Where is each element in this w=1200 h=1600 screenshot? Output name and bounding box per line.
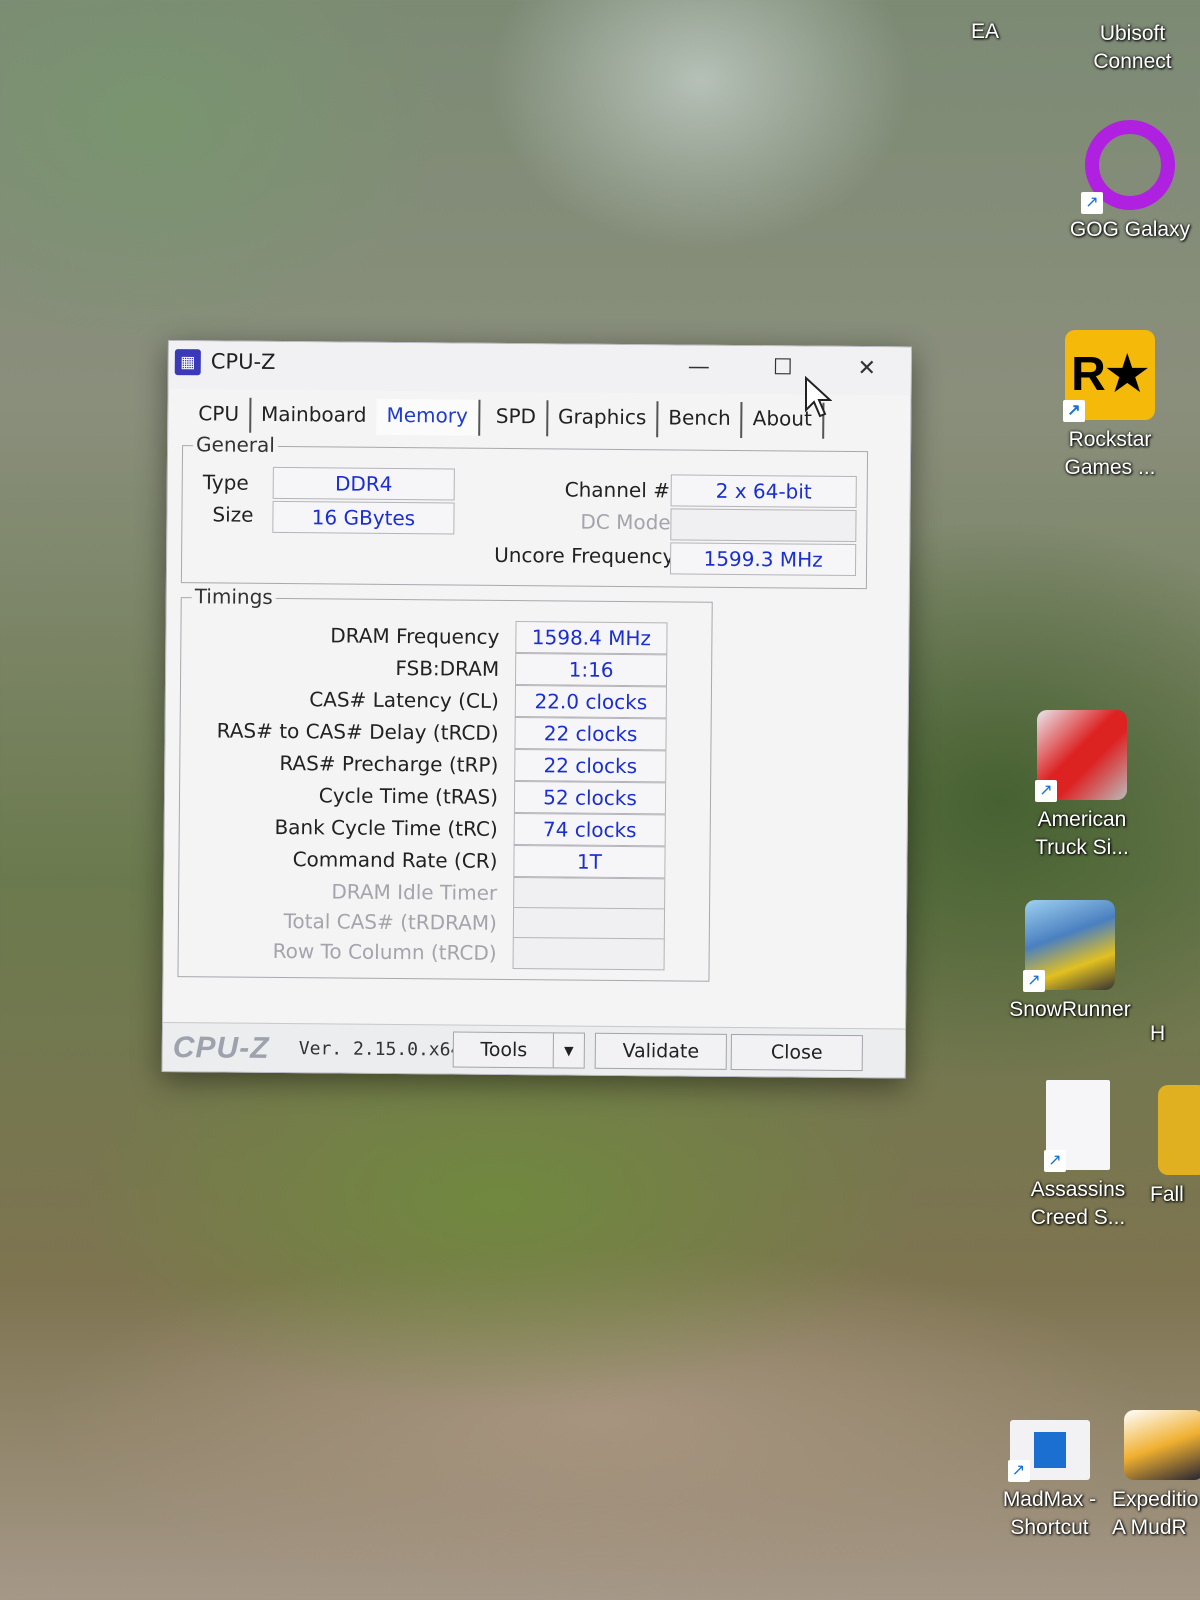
desktop-icon-expeditions[interactable]: Expeditio A MudR (1112, 1410, 1200, 1542)
desktop-icon-label: Expeditio A MudR (1112, 1488, 1199, 1539)
cpuz-window: ▦ CPU-Z — ☐ ✕ CPU Mainboard Memory SPD G… (161, 340, 912, 1079)
desktop-icon-label: GOG Galaxy (1069, 218, 1191, 241)
timing-label: Cycle Time (tRAS) (318, 783, 499, 809)
tab-spd[interactable]: SPD (479, 399, 549, 437)
timing-label: RAS# Precharge (tRP) (279, 750, 499, 777)
timing-value: 1598.4 MHz (515, 621, 668, 655)
desktop-icon-label: Rockstar Games ... (1064, 428, 1156, 479)
desktop-icon-label: Fall (1150, 1183, 1184, 1206)
timing-label: DRAM Frequency (330, 623, 500, 649)
dc-mode-label: DC Mode (580, 509, 671, 535)
channel-label: Channel # (564, 477, 671, 503)
close-window-button[interactable]: ✕ (847, 353, 887, 385)
shortcut-arrow-icon: ↗ (1081, 192, 1103, 214)
timing-value (513, 877, 666, 911)
tab-bench[interactable]: Bench (658, 401, 743, 439)
cpuz-app-icon: ▦ (174, 349, 201, 376)
desktop-icon-american-truck[interactable]: ↗ American Truck Si... (1012, 710, 1152, 862)
timing-label: Bank Cycle Time (tRC) (274, 814, 498, 841)
desktop-icon-label: American Truck Si... (1035, 808, 1129, 859)
desktop-icon-label: EA (970, 20, 999, 43)
fall-icon (1158, 1085, 1200, 1175)
timing-value (512, 937, 665, 971)
shortcut-arrow-icon: ↗ (1007, 1460, 1030, 1482)
timing-value: 1:16 (515, 653, 668, 687)
timing-value: 52 clocks (513, 781, 667, 815)
timing-label: Row To Column (tRCD) (272, 938, 497, 965)
gog-galaxy-icon: ↗ (1081, 120, 1175, 214)
dc-mode-value (670, 508, 857, 543)
type-value: DDR4 (272, 466, 455, 501)
timing-label: FSB:DRAM (395, 655, 500, 681)
desktop-icon-label: Ubisoft Connect (1093, 22, 1172, 73)
minimize-button[interactable]: — (679, 351, 719, 383)
window-title: CPU-Z (210, 349, 276, 374)
shortcut-arrow-icon: ↗ (1035, 780, 1057, 802)
desktop-icon-label: H (1150, 1022, 1166, 1045)
shortcut-arrow-icon: ↗ (1063, 400, 1085, 422)
type-label: Type (202, 470, 249, 495)
version-text: Ver. 2.15.0.x64 (298, 1038, 462, 1061)
timing-value: 22 clocks (514, 749, 667, 783)
desktop-icon-fall[interactable]: Fall (1150, 1085, 1200, 1209)
desktop-icon-label: Assassins Creed S... (1030, 1178, 1126, 1229)
rockstar-icon: R★ ↗ (1063, 330, 1155, 422)
desktop-icon-gog-galaxy[interactable]: ↗ GOG Galaxy (1060, 120, 1200, 244)
shortcut-arrow-icon: ↗ (1044, 1150, 1066, 1172)
desktop-icon-h[interactable]: H (1150, 1020, 1200, 1048)
uncore-frequency-value: 1599.3 MHz (669, 542, 857, 577)
timing-label: Command Rate (CR) (292, 847, 498, 873)
timing-value: 22.0 clocks (514, 685, 667, 719)
tab-memory[interactable]: Memory (376, 398, 481, 436)
snowrunner-icon: ↗ (1023, 900, 1115, 992)
size-label: Size (212, 502, 254, 527)
file-icon: ↗ (1044, 1080, 1110, 1172)
general-group: General Type DDR4 Size 16 GBytes Channel… (180, 432, 869, 590)
footer-bar: CPU-Z Ver. 2.15.0.x64 Tools ▾ Validate C… (162, 1021, 906, 1078)
desktop-icon-label: SnowRunner (1009, 998, 1131, 1021)
madmax-icon: ↗ (1007, 1420, 1090, 1482)
tab-mainboard[interactable]: Mainboard (251, 398, 377, 435)
timing-value: 1T (513, 845, 666, 879)
timing-label: DRAM Idle Timer (331, 879, 498, 905)
desktop-icon-rockstar[interactable]: R★ ↗ Rockstar Games ... (1040, 330, 1180, 482)
cpuz-logo: CPU-Z (172, 1031, 270, 1065)
channel-value: 2 x 64-bit (670, 474, 857, 509)
shortcut-arrow-icon: ↗ (1023, 970, 1045, 992)
tab-graphics[interactable]: Graphics (547, 400, 659, 438)
timing-value: 74 clocks (513, 813, 666, 847)
title-bar[interactable]: ▦ CPU-Z — ☐ ✕ (168, 341, 911, 396)
tab-bar: CPU Mainboard Memory SPD Graphics Bench … (188, 397, 824, 439)
general-legend: General (192, 432, 279, 457)
truck-icon: ↗ (1035, 710, 1127, 802)
close-button[interactable]: Close (730, 1033, 863, 1072)
validate-button[interactable]: Validate (594, 1032, 727, 1070)
timing-label: CAS# Latency (CL) (309, 687, 499, 713)
uncore-frequency-label: Uncore Frequency (494, 542, 675, 569)
expeditions-icon (1124, 1410, 1200, 1480)
tools-button[interactable]: Tools (452, 1031, 555, 1069)
desktop-icon-madmax[interactable]: ↗ MadMax - Shortcut (982, 1420, 1117, 1542)
timings-legend: Timings (191, 584, 276, 609)
size-value: 16 GBytes (272, 500, 455, 535)
tools-dropdown-button[interactable]: ▾ (552, 1032, 585, 1069)
maximize-button[interactable]: ☐ (763, 352, 803, 384)
timing-value: 22 clocks (514, 717, 667, 751)
timing-label: RAS# to CAS# Delay (tRCD) (216, 718, 499, 745)
desktop-icon-label: MadMax - Shortcut (1002, 1488, 1097, 1539)
desktop-icon-ubisoft[interactable]: Ubisoft Connect (1075, 20, 1190, 76)
desktop-icon-ea[interactable]: EA (930, 18, 1040, 46)
timing-value (512, 907, 666, 941)
caret-down-icon: ▾ (563, 1039, 574, 1062)
desktop-icon-assassins-creed[interactable]: ↗ Assassins Creed S... (1008, 1080, 1148, 1232)
timings-group: Timings DRAM Frequency 1598.4 MHz FSB:DR… (177, 584, 713, 982)
desktop-icon-snowrunner[interactable]: ↗ SnowRunner (1000, 900, 1140, 1024)
tab-cpu[interactable]: CPU (188, 397, 252, 434)
mouse-cursor-icon (805, 376, 832, 418)
timing-label: Total CAS# (tRDRAM) (283, 909, 498, 935)
